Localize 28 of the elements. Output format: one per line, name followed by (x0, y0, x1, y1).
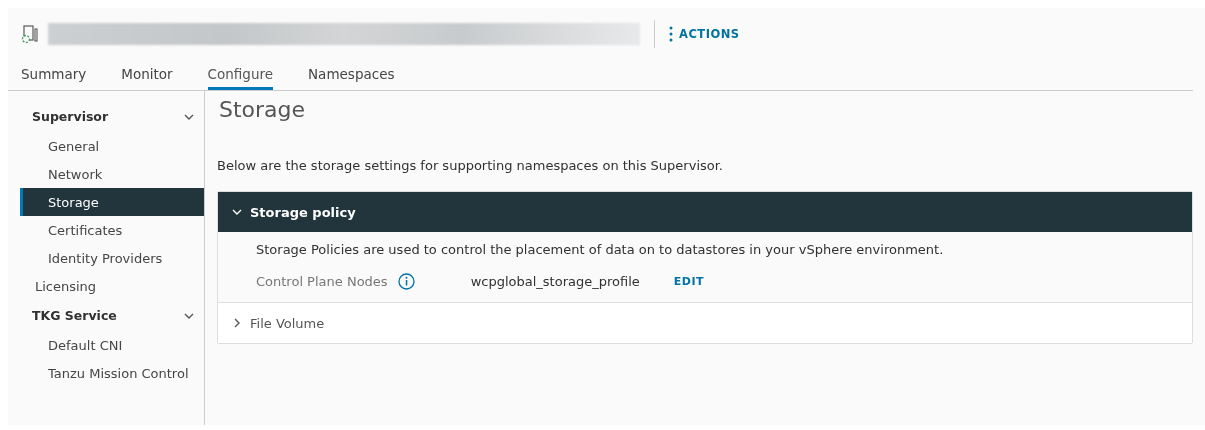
sidebar-item[interactable]: General (20, 132, 204, 160)
more-vertical-icon (669, 26, 673, 42)
tab[interactable]: Summary (21, 60, 87, 90)
page-description: Below are the storage settings for supporting namespaces on this Supervisor. (217, 158, 724, 173)
tab[interactable]: Namespaces (308, 60, 395, 90)
info-icon[interactable] (397, 273, 415, 290)
server-icon (20, 24, 40, 44)
actions-button[interactable]: ACTIONS (663, 22, 746, 46)
section-text: Storage Policies are used to control the placement of data on to datastores in your vSphere environment. (256, 242, 945, 257)
chevron-down-icon (232, 207, 242, 217)
sidebar-item[interactable]: Tanzu Mission Control (20, 359, 204, 387)
sidebar-item[interactable]: Network (20, 160, 204, 188)
sidebar-item[interactable]: Identity Providers (20, 244, 204, 272)
sidebar-group[interactable]: Supervisor (20, 101, 204, 132)
sidebar-group[interactable]: TKG Service (20, 300, 204, 331)
tab[interactable]: Configure (207, 60, 273, 90)
sidebar-item[interactable]: Storage (20, 188, 204, 216)
section-header[interactable]: File Volume (218, 303, 1192, 343)
edit-link[interactable]: EDIT (667, 274, 710, 289)
page-title: Storage (219, 97, 307, 122)
field-label: Control Plane Nodes (256, 274, 388, 289)
sidebar-item[interactable]: Default CNI (20, 331, 204, 359)
section-header[interactable]: Storage policy (218, 192, 1192, 232)
field-value: wcpglobal_storage_profile (470, 274, 640, 289)
sidebar-item[interactable]: Certificates (20, 216, 204, 244)
tab[interactable]: Monitor (121, 60, 173, 90)
sidebar-item[interactable]: Licensing (20, 272, 204, 300)
chevron-right-icon (232, 318, 242, 328)
